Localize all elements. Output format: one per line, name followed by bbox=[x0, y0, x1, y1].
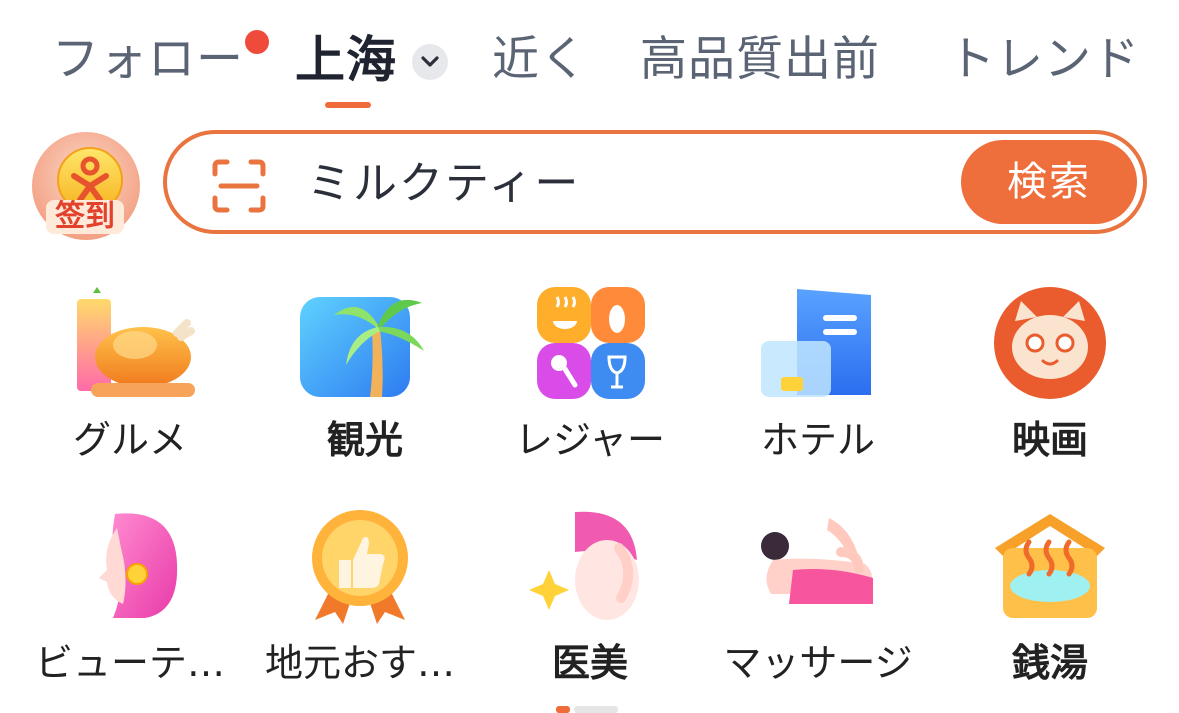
category-label: マッサージ bbox=[723, 641, 913, 685]
category-label: グルメ bbox=[72, 418, 187, 462]
category-massage[interactable]: マッサージ bbox=[708, 508, 928, 708]
checkin-label: 签到 bbox=[55, 199, 115, 234]
cat-face-icon bbox=[985, 285, 1115, 405]
tab-high-quality-delivery[interactable]: 高品質出前 bbox=[640, 30, 880, 90]
category-label: 銭湯 bbox=[1011, 641, 1088, 685]
tab-trend[interactable]: トレンド bbox=[948, 30, 1140, 90]
active-tab-indicator bbox=[325, 102, 371, 108]
category-medical-beauty[interactable]: 医美 bbox=[480, 508, 700, 708]
chevron-down-icon[interactable] bbox=[412, 44, 448, 80]
category-movie[interactable]: 映画 bbox=[940, 285, 1160, 485]
top-tab-bar: フォロー 上海 近く 高品質出前 トレンド bbox=[0, 0, 1179, 120]
beauty-face-icon bbox=[65, 508, 195, 628]
hot-spring-icon bbox=[985, 508, 1115, 628]
category-label: 医美 bbox=[551, 641, 628, 685]
page-indicator-active bbox=[556, 706, 570, 713]
category-label: 映画 bbox=[1011, 418, 1088, 462]
category-label: 観光 bbox=[326, 418, 403, 462]
scan-icon[interactable] bbox=[211, 158, 267, 214]
category-label: ビューテ… bbox=[34, 641, 225, 685]
category-bathhouse[interactable]: 銭湯 bbox=[940, 508, 1160, 708]
page-indicator-inactive bbox=[574, 706, 618, 713]
thumbs-up-medal-icon bbox=[295, 508, 425, 628]
category-beauty[interactable]: ビューテ… bbox=[20, 508, 240, 708]
category-local-recommend[interactable]: 地元おす… bbox=[250, 508, 470, 708]
massage-icon bbox=[753, 508, 883, 628]
palm-tree-icon bbox=[300, 285, 430, 405]
page-indicator bbox=[556, 706, 626, 713]
facial-care-icon bbox=[525, 508, 655, 628]
tab-follow[interactable]: フォロー bbox=[52, 30, 244, 90]
search-button[interactable]: 検索 bbox=[961, 140, 1137, 224]
checkin-button[interactable]: 签到 bbox=[30, 130, 142, 242]
category-label: 地元おす… bbox=[264, 641, 455, 685]
notification-dot bbox=[245, 30, 269, 54]
category-gourmet[interactable]: グルメ bbox=[20, 285, 240, 485]
tab-city[interactable]: 上海 bbox=[295, 30, 397, 90]
category-label: ホテル bbox=[760, 418, 875, 462]
category-sightseeing[interactable]: 観光 bbox=[255, 285, 475, 485]
category-hotel[interactable]: ホテル bbox=[708, 285, 928, 485]
search-bar[interactable]: ミルクティー 検索 bbox=[163, 130, 1147, 234]
hotel-door-icon bbox=[753, 285, 883, 405]
category-leisure[interactable]: レジャー bbox=[480, 285, 700, 485]
leisure-grid-icon bbox=[525, 285, 655, 405]
roast-chicken-icon bbox=[65, 285, 195, 405]
search-input[interactable]: ミルクティー bbox=[307, 152, 580, 216]
category-label: レジャー bbox=[514, 418, 666, 462]
tab-nearby[interactable]: 近く bbox=[492, 30, 588, 90]
